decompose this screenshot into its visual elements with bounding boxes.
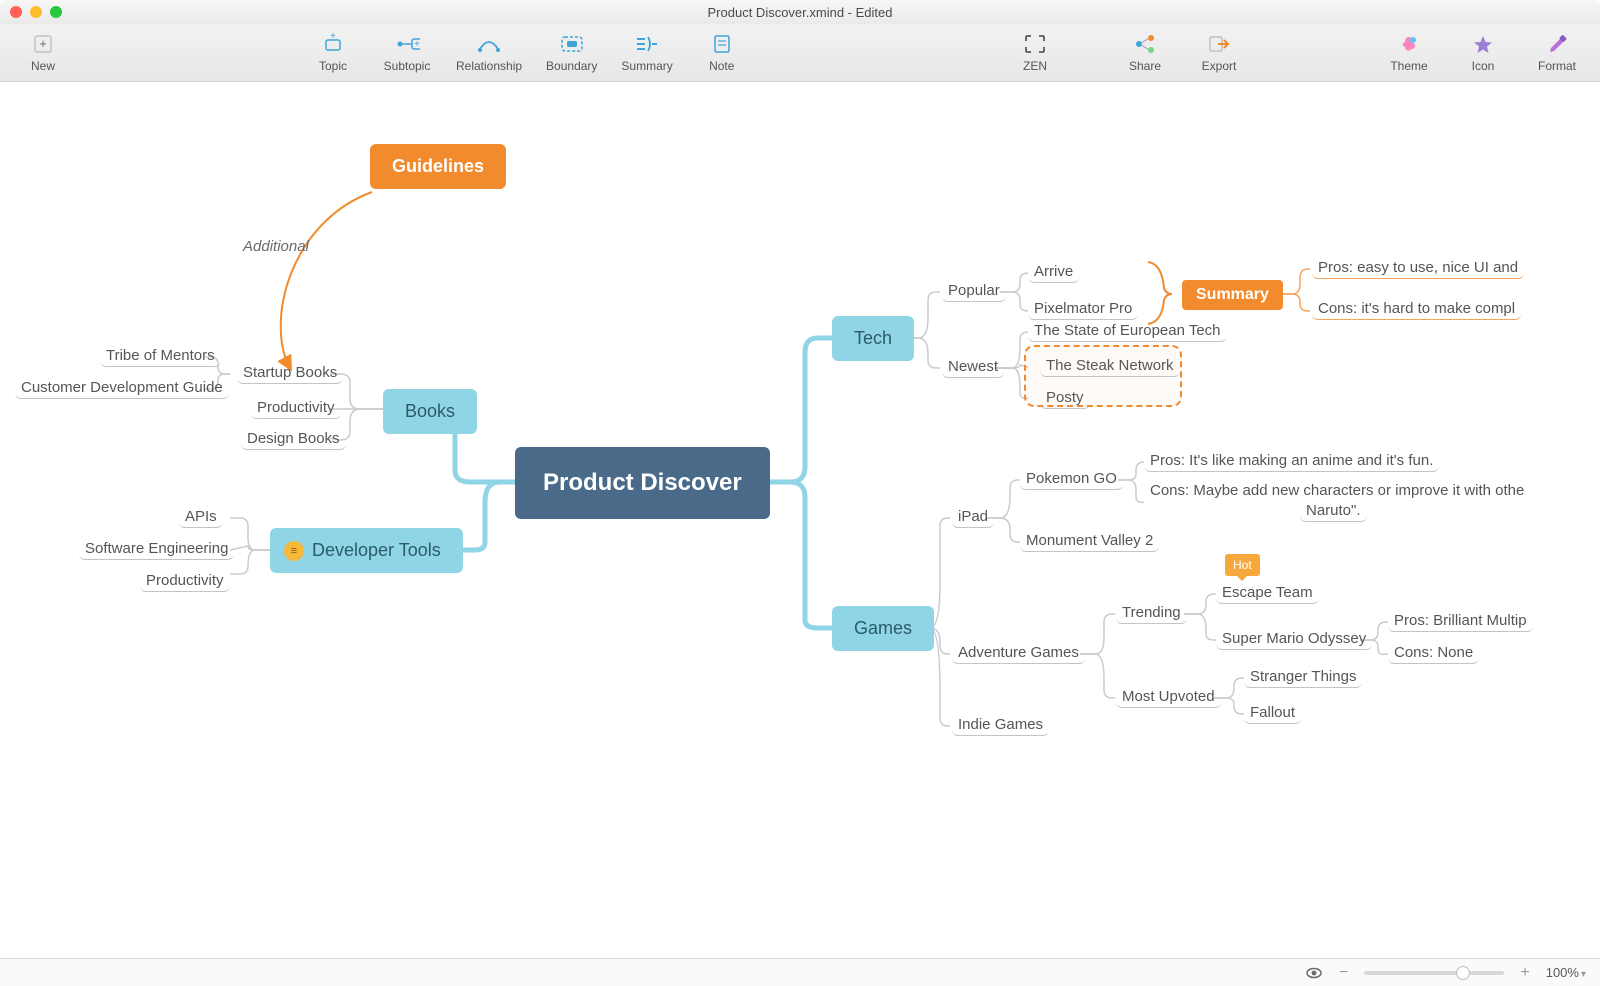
svg-text:+: + bbox=[414, 39, 420, 50]
node-adventure[interactable]: Adventure Games bbox=[952, 642, 1085, 664]
format-icon bbox=[1544, 33, 1570, 55]
maximize-window-icon[interactable] bbox=[50, 6, 62, 18]
node-fallout[interactable]: Fallout bbox=[1244, 702, 1301, 724]
node-summary[interactable]: Summary bbox=[1182, 280, 1283, 310]
node-newest[interactable]: Newest bbox=[942, 356, 1004, 378]
zoom-in-button[interactable]: + bbox=[1518, 964, 1531, 982]
icon-icon bbox=[1470, 33, 1496, 55]
node-pokemon-cons2[interactable]: Naruto". bbox=[1300, 500, 1367, 522]
node-dev-tools[interactable]: ≡Developer Tools bbox=[270, 528, 463, 573]
close-window-icon[interactable] bbox=[10, 6, 22, 18]
relationship-icon bbox=[476, 33, 502, 55]
node-pixelmator[interactable]: Pixelmator Pro bbox=[1028, 298, 1138, 320]
summary-icon bbox=[634, 33, 660, 55]
node-escape[interactable]: Escape Team bbox=[1216, 582, 1319, 604]
window-title: Product Discover.xmind - Edited bbox=[10, 5, 1590, 20]
relationship-button[interactable]: Relationship bbox=[456, 33, 522, 73]
theme-button[interactable]: Theme bbox=[1384, 33, 1434, 73]
hot-badge: Hot bbox=[1225, 554, 1260, 576]
chevron-down-icon: ▾ bbox=[1581, 969, 1586, 980]
node-popular[interactable]: Popular bbox=[942, 280, 1006, 302]
money-icon: ≡ bbox=[284, 541, 304, 561]
node-upvoted[interactable]: Most Upvoted bbox=[1116, 686, 1221, 708]
node-tech[interactable]: Tech bbox=[832, 316, 914, 361]
node-pokemon-pros[interactable]: Pros: It's like making an anime and it's… bbox=[1144, 450, 1439, 472]
summary-button[interactable]: Summary bbox=[621, 33, 672, 73]
subtopic-button[interactable]: + Subtopic bbox=[382, 33, 432, 73]
node-indie[interactable]: Indie Games bbox=[952, 714, 1049, 736]
zen-button[interactable]: ZEN bbox=[1010, 33, 1060, 73]
node-pokemon-cons[interactable]: Cons: Maybe add new characters or improv… bbox=[1144, 480, 1530, 501]
svg-text:+: + bbox=[330, 33, 336, 42]
minimize-window-icon[interactable] bbox=[30, 6, 42, 18]
node-mario-cons[interactable]: Cons: None bbox=[1388, 642, 1479, 664]
node-summary-cons[interactable]: Cons: it's hard to make compl bbox=[1312, 298, 1521, 320]
format-button[interactable]: Format bbox=[1532, 33, 1582, 73]
topic-button[interactable]: + Topic bbox=[308, 33, 358, 73]
zoom-out-button[interactable]: − bbox=[1337, 964, 1350, 982]
note-button[interactable]: Note bbox=[697, 33, 747, 73]
boundary-icon bbox=[559, 33, 585, 55]
node-apis[interactable]: APIs bbox=[179, 506, 223, 528]
node-summary-pros[interactable]: Pros: easy to use, nice UI and bbox=[1312, 257, 1524, 279]
boundary-newest[interactable] bbox=[1024, 345, 1182, 407]
traffic-lights bbox=[10, 6, 62, 18]
node-books-productivity[interactable]: Productivity bbox=[251, 397, 341, 419]
share-button[interactable]: Share bbox=[1120, 33, 1170, 73]
relationship-label[interactable]: Additional bbox=[243, 238, 309, 255]
node-design-books[interactable]: Design Books bbox=[241, 428, 346, 450]
theme-icon bbox=[1396, 33, 1422, 55]
node-center[interactable]: Product Discover bbox=[515, 447, 770, 519]
zoom-slider[interactable] bbox=[1364, 971, 1504, 975]
node-euro-tech[interactable]: The State of European Tech bbox=[1028, 320, 1227, 342]
note-icon bbox=[709, 33, 735, 55]
node-soft-eng[interactable]: Software Engineering bbox=[79, 538, 234, 560]
node-mario[interactable]: Super Mario Odyssey bbox=[1216, 628, 1372, 650]
node-books[interactable]: Books bbox=[383, 389, 477, 434]
node-cust-dev-guide[interactable]: Customer Development Guide bbox=[15, 377, 229, 399]
node-arrive[interactable]: Arrive bbox=[1028, 261, 1079, 283]
mindmap-canvas[interactable]: Guidelines Additional Product Discover B… bbox=[0, 82, 1600, 958]
node-monument[interactable]: Monument Valley 2 bbox=[1020, 530, 1159, 552]
node-guidelines[interactable]: Guidelines bbox=[370, 144, 506, 189]
window-titlebar: Product Discover.xmind - Edited bbox=[0, 0, 1600, 24]
node-tribe-mentors[interactable]: Tribe of Mentors bbox=[100, 345, 221, 367]
zen-icon bbox=[1022, 33, 1048, 55]
node-games[interactable]: Games bbox=[832, 606, 934, 651]
svg-text:+: + bbox=[39, 36, 47, 51]
export-button[interactable]: Export bbox=[1194, 33, 1244, 73]
statusbar: − + 100%▾ bbox=[0, 958, 1600, 986]
node-mario-pros[interactable]: Pros: Brilliant Multip bbox=[1388, 610, 1533, 632]
zoom-level[interactable]: 100%▾ bbox=[1546, 965, 1586, 980]
subtopic-icon: + bbox=[394, 33, 420, 55]
zoom-slider-thumb[interactable] bbox=[1456, 966, 1470, 980]
toolbar: + New + Topic + Subtopic Relationship Bo… bbox=[0, 24, 1600, 82]
topic-icon: + bbox=[320, 33, 346, 55]
boundary-button[interactable]: Boundary bbox=[546, 33, 597, 73]
node-ipad[interactable]: iPad bbox=[952, 506, 994, 528]
new-label: New bbox=[31, 59, 55, 73]
node-dev-productivity[interactable]: Productivity bbox=[140, 570, 230, 592]
new-button[interactable]: + New bbox=[18, 33, 68, 73]
node-startup-books[interactable]: Startup Books bbox=[237, 362, 343, 384]
share-icon bbox=[1132, 33, 1158, 55]
export-icon bbox=[1206, 33, 1232, 55]
new-icon: + bbox=[30, 33, 56, 55]
node-stranger[interactable]: Stranger Things bbox=[1244, 666, 1362, 688]
node-trending[interactable]: Trending bbox=[1116, 602, 1187, 624]
eye-icon[interactable] bbox=[1305, 964, 1323, 982]
node-pokemon[interactable]: Pokemon GO bbox=[1020, 468, 1123, 490]
icon-button[interactable]: Icon bbox=[1458, 33, 1508, 73]
